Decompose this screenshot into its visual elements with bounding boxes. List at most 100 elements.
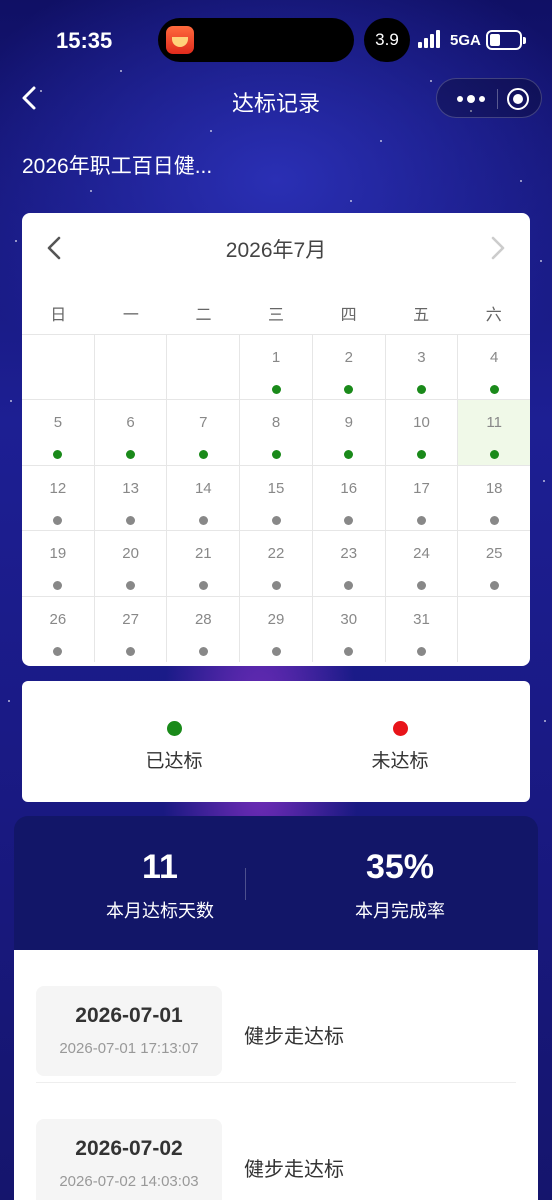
pending-dot bbox=[198, 515, 208, 525]
calendar-day-cell[interactable]: 30 bbox=[313, 596, 386, 662]
calendar-day-number: 21 bbox=[194, 545, 212, 563]
calendar-day-cell[interactable]: 7 bbox=[167, 400, 241, 465]
dynamic-island bbox=[158, 18, 354, 62]
achieved-dot bbox=[489, 450, 499, 460]
calendar-day-number: 18 bbox=[485, 479, 503, 497]
calendar-empty-cell bbox=[458, 597, 530, 662]
calendar-day-number: 1 bbox=[271, 349, 281, 366]
not-achieved-dot bbox=[392, 721, 408, 736]
calendar-day-number: 29 bbox=[267, 610, 285, 628]
list-item[interactable]: 2026-07-02 2026-07-02 14:03:03 健步走达标 bbox=[14, 1083, 538, 1200]
weekday-header: 日 一 二 三 四 五 六 bbox=[22, 298, 530, 334]
calendar-week-row: 26 27 28 29 30 31 bbox=[22, 596, 530, 662]
record-date-box: 2026-07-02 2026-07-02 14:03:03 bbox=[36, 1119, 222, 1200]
legend-not-achieved: 未达标 bbox=[320, 721, 480, 773]
calendar-day-cell[interactable]: 19 bbox=[22, 531, 95, 596]
calendar-week-row: 12 13 14 15 16 17 18 bbox=[22, 465, 530, 532]
chevron-right-icon bbox=[491, 236, 505, 260]
next-month-button[interactable] bbox=[484, 235, 510, 261]
pending-dot bbox=[271, 515, 281, 525]
calendar-day-cell[interactable]: 16 bbox=[313, 465, 386, 531]
calendar-day-cell[interactable]: 9 bbox=[313, 400, 386, 465]
calendar-day-cell[interactable]: 24 bbox=[386, 531, 459, 596]
close-target-button[interactable] bbox=[507, 88, 529, 110]
calendar-day-cell[interactable]: 4 bbox=[458, 335, 530, 399]
pending-dot bbox=[126, 515, 136, 525]
calendar-day-cell[interactable]: 26 bbox=[22, 596, 95, 662]
calendar-day-cell[interactable]: 31 bbox=[386, 596, 459, 662]
calendar-day-number: 9 bbox=[344, 414, 353, 432]
battery-icon bbox=[486, 30, 526, 50]
achieved-dot bbox=[344, 450, 354, 460]
calendar-day-cell[interactable]: 13 bbox=[95, 465, 168, 531]
pending-dot bbox=[53, 515, 63, 525]
pending-dot bbox=[416, 581, 426, 591]
record-timestamp: 2026-07-02 14:03:03 bbox=[59, 1173, 199, 1190]
calendar-day-number: 8 bbox=[271, 414, 281, 432]
miniprogram-capsule bbox=[436, 78, 542, 118]
calendar-day-cell[interactable]: 29 bbox=[240, 596, 313, 662]
capsule-divider bbox=[497, 89, 498, 109]
calendar-day-number: 26 bbox=[49, 610, 67, 628]
weekday-label: 日 bbox=[50, 307, 67, 324]
pending-dot bbox=[416, 646, 426, 656]
calendar-day-cell[interactable]: 3 bbox=[386, 335, 459, 400]
calendar-grid: 1 2 3 4 5 6 7 8 9 10 11 12 13 14 15 16 17 18 19 20 21 22 23 24 2… bbox=[22, 334, 530, 662]
calendar-card: 2026年7月 日 一 二 三 四 五 六 1 2 3 4 5 6 7 8 9 10 11 12 13 1… bbox=[22, 213, 530, 666]
calendar-day-cell[interactable]: 22 bbox=[240, 531, 313, 596]
weekday-label: 五 bbox=[413, 307, 430, 324]
legend-card: 已达标 未达标 bbox=[22, 681, 530, 802]
achieved-dot bbox=[126, 450, 136, 460]
calendar-day-cell[interactable]: 11 bbox=[458, 400, 530, 465]
calendar-day-cell[interactable]: 14 bbox=[167, 465, 241, 531]
calendar-day-cell[interactable]: 15 bbox=[240, 465, 313, 531]
network-speed: 3.9 bbox=[364, 18, 410, 62]
pending-dot bbox=[489, 581, 499, 591]
calendar-day-number: 31 bbox=[413, 610, 430, 628]
calendar-day-cell[interactable]: 25 bbox=[458, 531, 530, 595]
calendar-day-cell[interactable]: 10 bbox=[386, 400, 459, 465]
calendar-day-cell[interactable]: 20 bbox=[95, 531, 168, 596]
calendar-day-number: 23 bbox=[340, 545, 358, 563]
calendar-week-row: 1 2 3 4 bbox=[22, 335, 530, 401]
calendar-day-cell[interactable]: 2 bbox=[313, 335, 386, 400]
calendar-day-cell[interactable]: 8 bbox=[240, 400, 313, 465]
pending-dot bbox=[198, 581, 208, 591]
calendar-day-number: 30 bbox=[340, 610, 358, 628]
record-text: 健步走达标 bbox=[244, 1026, 344, 1048]
calendar-day-cell[interactable]: 21 bbox=[167, 531, 241, 596]
stat-rate-value: 35% bbox=[365, 848, 435, 886]
calendar-day-cell[interactable]: 1 bbox=[240, 335, 313, 400]
calendar-day-number: 15 bbox=[267, 479, 285, 497]
calendar-day-cell[interactable]: 6 bbox=[95, 400, 168, 465]
achieved-dot bbox=[271, 385, 281, 394]
more-button[interactable] bbox=[451, 79, 491, 119]
weekday-label: 二 bbox=[195, 307, 212, 324]
network-type: 5GA bbox=[450, 32, 481, 49]
calendar-day-number: 6 bbox=[126, 414, 135, 432]
pending-dot bbox=[344, 515, 354, 525]
calendar-day-cell[interactable]: 18 bbox=[458, 466, 530, 530]
status-bar: 15:35 3.9 5GA bbox=[0, 0, 552, 80]
calendar-day-number: 16 bbox=[340, 479, 358, 497]
calendar-day-cell[interactable]: 27 bbox=[95, 596, 168, 662]
weekday-label: 六 bbox=[485, 307, 502, 324]
app-icon bbox=[166, 26, 194, 54]
calendar-day-number: 11 bbox=[486, 414, 502, 432]
achieved-dot bbox=[416, 450, 426, 460]
calendar-empty-cell bbox=[22, 335, 95, 400]
calendar-day-cell[interactable]: 17 bbox=[386, 465, 459, 531]
calendar-day-cell[interactable]: 5 bbox=[22, 400, 95, 465]
activity-title: 2026年职工百日健... bbox=[22, 155, 213, 178]
nav-bar: 达标记录 bbox=[0, 76, 552, 120]
achieved-dot bbox=[344, 385, 354, 394]
calendar-day-cell[interactable]: 23 bbox=[313, 531, 386, 596]
calendar-empty-cell bbox=[95, 335, 168, 400]
calendar-day-cell[interactable]: 12 bbox=[22, 465, 95, 531]
pending-dot bbox=[416, 515, 426, 525]
calendar-day-cell[interactable]: 28 bbox=[167, 596, 241, 662]
list-item[interactable]: 2026-07-01 2026-07-01 17:13:07 健步走达标 bbox=[14, 950, 538, 1083]
legend-achieved-label: 已达标 bbox=[145, 751, 203, 772]
calendar-day-number: 7 bbox=[199, 414, 208, 432]
legend-not-achieved-label: 未达标 bbox=[371, 751, 429, 772]
